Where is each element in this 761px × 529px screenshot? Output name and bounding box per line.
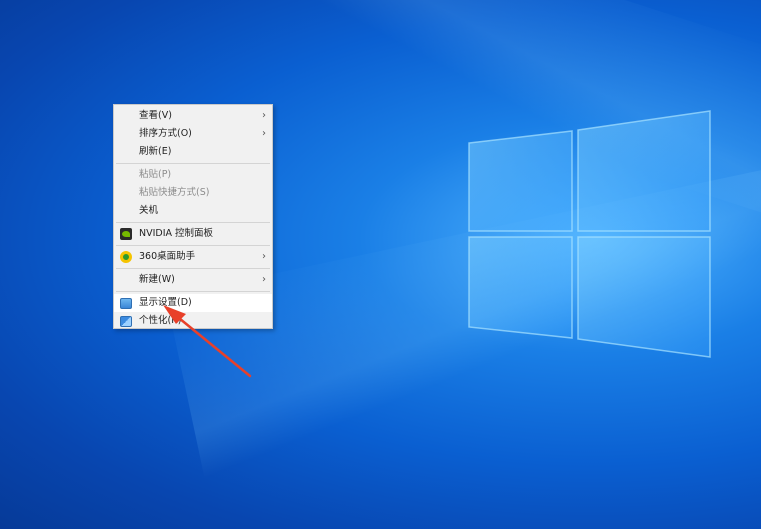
menu-item-sort-by[interactable]: 排序方式(O) ›	[114, 125, 272, 143]
menu-item-new[interactable]: 新建(W) ›	[114, 271, 272, 289]
menu-item-paste-shortcut: 粘贴快捷方式(S)	[114, 184, 272, 202]
menu-item-label: 排序方式(O)	[139, 128, 192, 139]
menu-item-label: 新建(W)	[139, 274, 175, 285]
menu-item-label: 查看(V)	[139, 110, 172, 121]
menu-item-label: 粘贴快捷方式(S)	[139, 187, 210, 198]
menu-separator	[116, 245, 270, 246]
menu-separator	[116, 291, 270, 292]
chevron-right-icon: ›	[262, 274, 266, 285]
menu-item-360-desktop-assistant[interactable]: 360桌面助手 ›	[114, 248, 272, 266]
menu-item-paste: 粘贴(P)	[114, 166, 272, 184]
menu-item-label: 关机	[139, 205, 159, 216]
personalize-icon	[120, 316, 132, 327]
menu-separator	[116, 268, 270, 269]
menu-item-label: 个性化(R)	[139, 315, 182, 326]
menu-separator	[116, 222, 270, 223]
360-icon	[120, 251, 132, 263]
chevron-right-icon: ›	[262, 128, 266, 139]
display-settings-icon	[120, 298, 132, 309]
menu-item-nvidia-control-panel[interactable]: NVIDIA 控制面板	[114, 225, 272, 243]
menu-item-label: 360桌面助手	[139, 251, 196, 262]
menu-item-view[interactable]: 查看(V) ›	[114, 107, 272, 125]
menu-item-label: 显示设置(D)	[139, 297, 192, 308]
menu-item-shutdown[interactable]: 关机	[114, 202, 272, 220]
nvidia-icon	[120, 228, 132, 240]
menu-separator	[116, 163, 270, 164]
menu-item-refresh[interactable]: 刷新(E)	[114, 143, 272, 161]
chevron-right-icon: ›	[262, 110, 266, 121]
menu-item-label: NVIDIA 控制面板	[139, 228, 214, 239]
menu-item-display-settings[interactable]: 显示设置(D)	[114, 294, 272, 312]
menu-item-label: 刷新(E)	[139, 146, 172, 157]
desktop-context-menu: 查看(V) › 排序方式(O) › 刷新(E) 粘贴(P) 粘贴快捷方式(S) …	[113, 104, 273, 329]
chevron-right-icon: ›	[262, 251, 266, 262]
menu-item-label: 粘贴(P)	[139, 169, 172, 180]
menu-item-personalize[interactable]: 个性化(R)	[114, 312, 272, 330]
